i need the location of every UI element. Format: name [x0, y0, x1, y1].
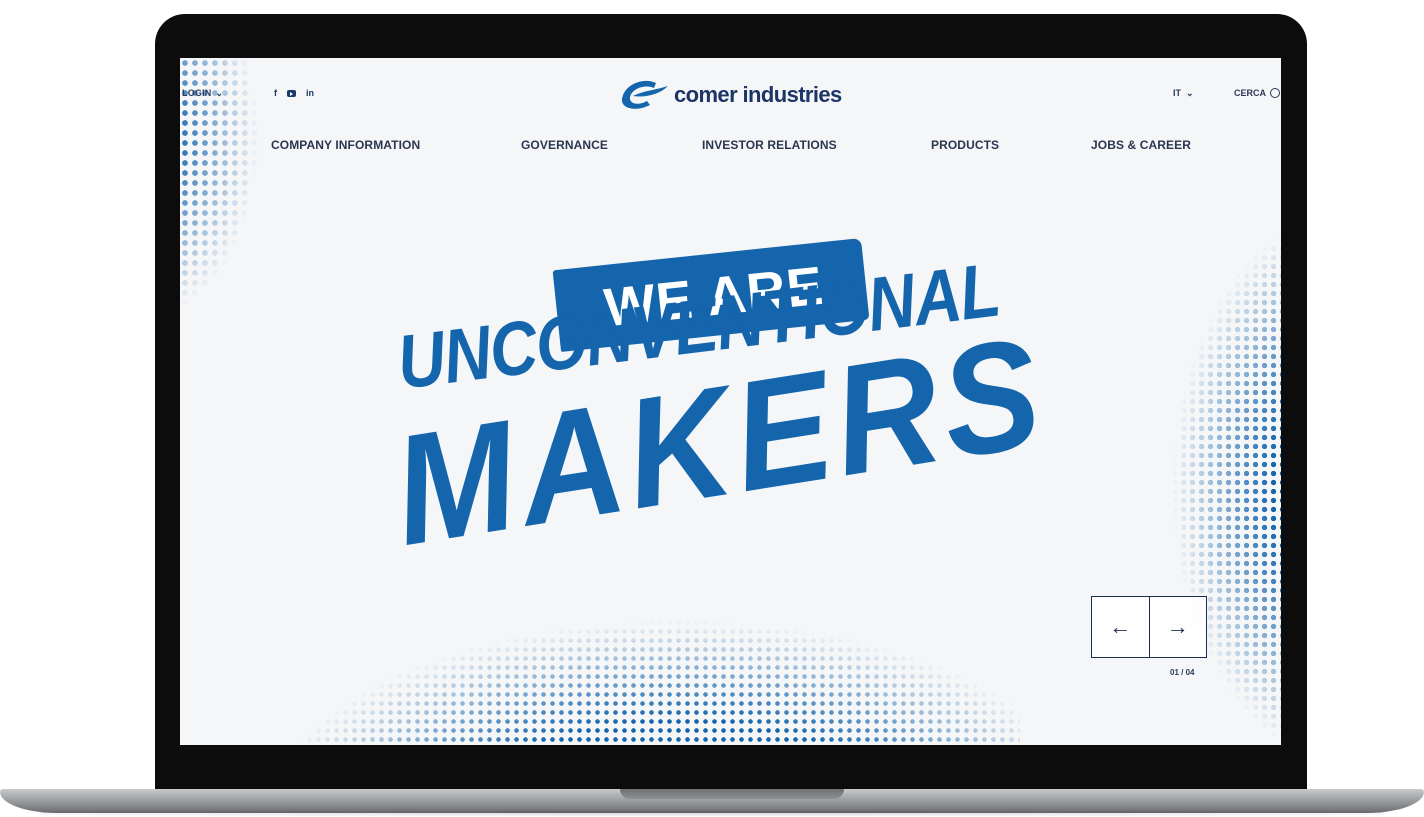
slide-counter: 01 / 04 [1170, 668, 1195, 677]
slider-next-button[interactable]: → [1148, 597, 1207, 657]
browser-screen: LOGIN ⌄ f in comer industries IT ⌄ CERCA … [180, 58, 1281, 745]
arrow-right-icon: → [1166, 614, 1189, 639]
laptop-hinge-notch [620, 789, 844, 799]
laptop-shadow [40, 810, 1384, 816]
arrow-left-icon: ← [1109, 614, 1132, 639]
slider-prev-button[interactable]: ← [1092, 597, 1149, 657]
slider-controls: ← → [1091, 596, 1207, 658]
